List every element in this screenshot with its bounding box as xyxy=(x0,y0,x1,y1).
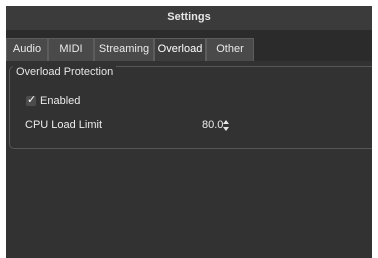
tab-streaming[interactable]: Streaming xyxy=(94,38,154,61)
tab-other[interactable]: Other xyxy=(206,38,254,61)
enabled-label[interactable]: Enabled xyxy=(40,95,80,108)
title-bar[interactable]: Settings xyxy=(6,6,372,30)
tab-audio[interactable]: Audio xyxy=(6,38,48,61)
group-title: Overload Protection xyxy=(13,66,117,78)
enabled-checkbox[interactable]: ✓ xyxy=(26,93,37,106)
settings-tab-bar: Audio MIDI Streaming Overload Other xyxy=(6,30,372,61)
arrow-down-icon[interactable] xyxy=(223,127,229,131)
arrow-up-icon[interactable] xyxy=(223,120,229,124)
tab-overload[interactable]: Overload xyxy=(154,38,206,61)
tab-midi[interactable]: MIDI xyxy=(48,38,94,61)
overload-protection-group: Overload Protection ✓ Enabled CPU Load L… xyxy=(9,66,372,149)
cpu-load-limit-value[interactable]: 80.0 xyxy=(202,119,223,132)
overload-panel: Overload Protection ✓ Enabled CPU Load L… xyxy=(6,61,372,258)
cpu-load-limit-label: CPU Load Limit xyxy=(25,119,103,131)
cpu-load-limit-stepper[interactable] xyxy=(222,119,230,132)
window-title: Settings xyxy=(167,11,211,23)
settings-window: Settings Audio MIDI Streaming Overload O… xyxy=(6,6,372,258)
checkmark-icon: ✓ xyxy=(27,93,37,106)
